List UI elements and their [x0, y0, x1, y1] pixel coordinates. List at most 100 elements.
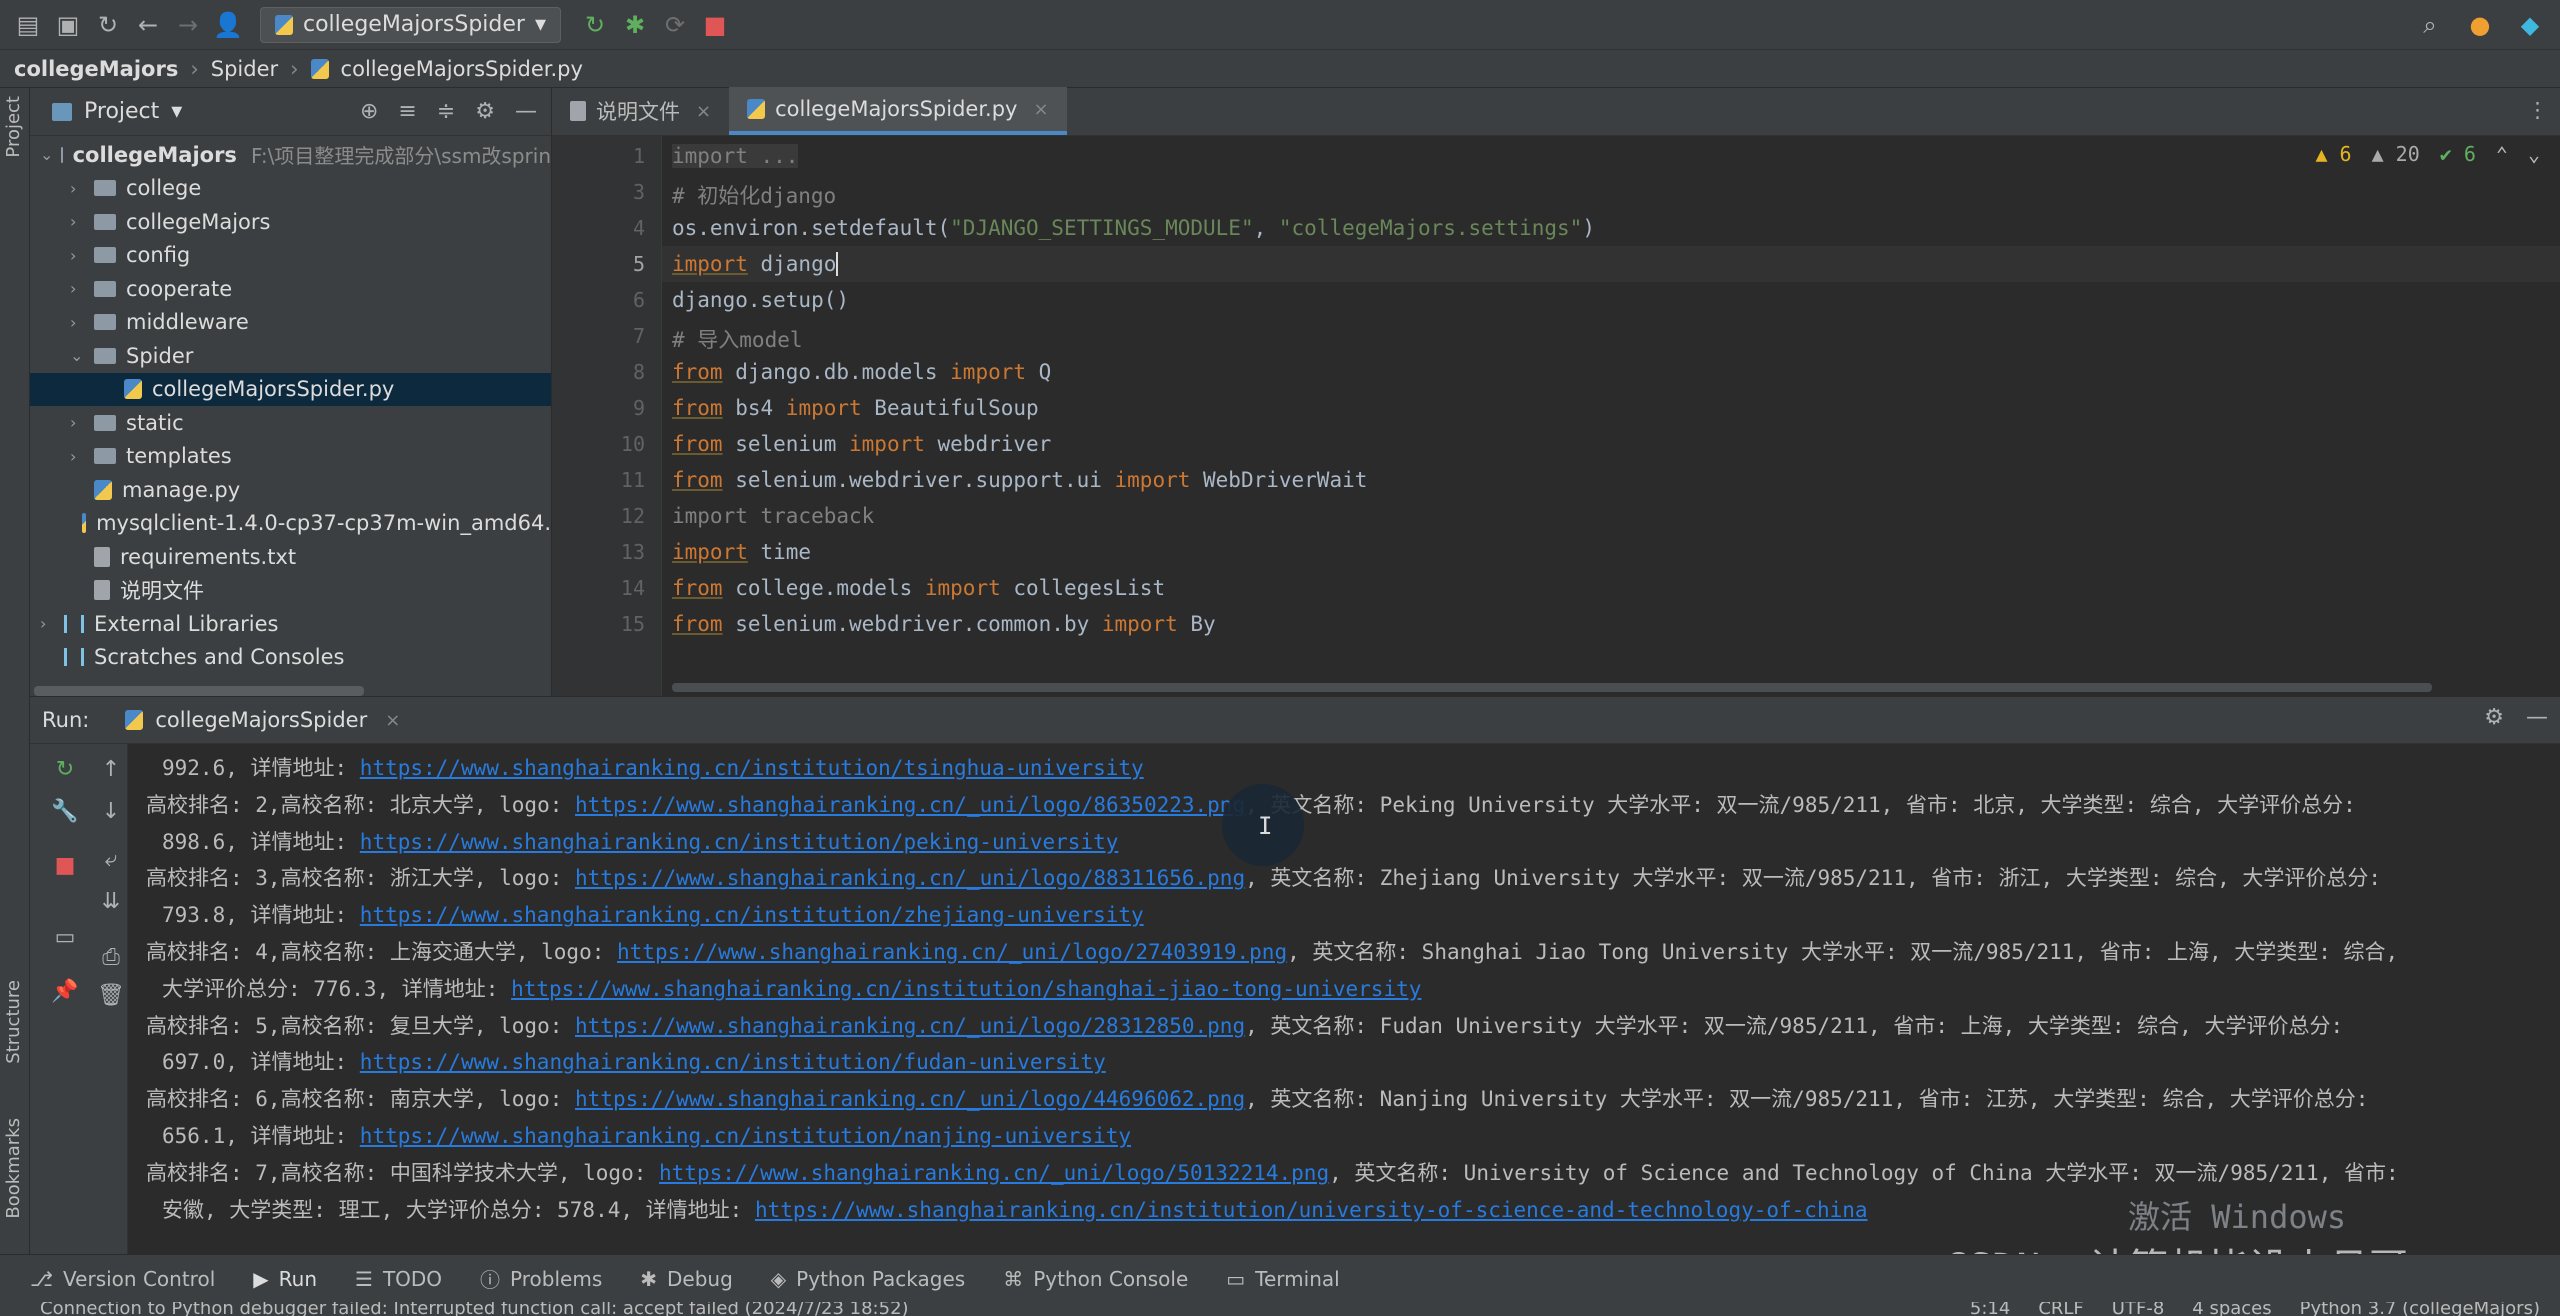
coverage-icon[interactable]: ⟳ [655, 5, 695, 45]
chevron-down-icon[interactable]: ⌄ [70, 346, 86, 365]
stop-icon[interactable]: ■ [50, 850, 80, 880]
console-link[interactable]: https://www.shanghairanking.cn/instituti… [360, 756, 1144, 780]
tree-item[interactable]: Scratches and Consoles [30, 641, 551, 675]
console-link[interactable]: https://www.shanghairanking.cn/instituti… [360, 903, 1144, 927]
tree-item[interactable]: › static [30, 406, 551, 440]
expand-all-icon[interactable]: ≡ [398, 99, 416, 124]
save-icon[interactable]: ▣ [48, 5, 88, 45]
chevron-right-icon[interactable]: › [70, 413, 86, 432]
bottom-tab-terminal[interactable]: ▭ Terminal [1226, 1267, 1339, 1291]
bottom-tab-python-packages[interactable]: ◈ Python Packages [771, 1267, 965, 1291]
debug-icon[interactable]: ✱ [615, 5, 655, 45]
chevron-right-icon[interactable]: › [70, 179, 86, 198]
breadcrumb-item[interactable]: Spider [211, 57, 278, 81]
status-message[interactable]: Connection to Python debugger failed: In… [40, 1302, 909, 1316]
editor-horizontal-scrollbar[interactable] [672, 683, 2432, 692]
folded-imports[interactable]: import ... [672, 144, 799, 168]
console-link[interactable]: https://www.shanghairanking.cn/_uni/logo… [575, 866, 1245, 890]
console-link[interactable]: https://www.shanghairanking.cn/_uni/logo… [575, 793, 1245, 817]
line-separator[interactable]: CRLF [2038, 1302, 2083, 1316]
down-arrow-icon[interactable]: ↓ [96, 796, 126, 826]
chevron-right-icon[interactable]: › [70, 279, 86, 298]
bottom-tab-python-console[interactable]: ⌘ Python Console [1003, 1267, 1188, 1291]
update-icon[interactable]: ● [2460, 5, 2500, 45]
console-link[interactable]: https://www.shanghairanking.cn/instituti… [360, 1124, 1131, 1148]
chevron-down-icon[interactable]: ▾ [171, 99, 182, 124]
console-link[interactable]: https://www.shanghairanking.cn/instituti… [511, 977, 1421, 1001]
more-options-icon[interactable]: ⋮ [2527, 98, 2548, 122]
caret-position[interactable]: 5:14 [1970, 1302, 2010, 1316]
gear-icon[interactable]: ⚙ [2484, 705, 2504, 730]
open-folder-icon[interactable]: ▤ [8, 5, 48, 45]
tree-item[interactable]: › External Libraries [30, 607, 551, 641]
pin-icon[interactable]: 📌 [50, 976, 80, 1006]
scroll-to-end-icon[interactable]: ⇊ [96, 886, 126, 916]
bottom-tab-todo[interactable]: ☰ TODO [355, 1267, 442, 1291]
chevron-up-icon[interactable]: ⌃ [2496, 142, 2508, 166]
soft-wrap-icon[interactable]: ⤶ [96, 844, 126, 874]
tree-item[interactable]: › middleware [30, 306, 551, 340]
bottom-tab-problems[interactable]: ⓘ Problems [480, 1264, 602, 1293]
bookmarks-tool-button[interactable]: Bookmarks [3, 1118, 24, 1219]
console-link[interactable]: https://www.shanghairanking.cn/_uni/logo… [575, 1014, 1245, 1038]
structure-tool-button[interactable]: Structure [3, 980, 24, 1064]
chevron-right-icon[interactable]: › [70, 246, 86, 265]
horizontal-scrollbar[interactable] [34, 686, 364, 696]
tree-item[interactable]: collegeMajorsSpider.py [30, 372, 551, 406]
console-link[interactable]: https://www.shanghairanking.cn/instituti… [755, 1198, 1868, 1222]
collapse-all-icon[interactable]: ≑ [437, 99, 455, 124]
tree-item[interactable]: › templates [30, 440, 551, 474]
tree-item[interactable]: manage.py [30, 473, 551, 507]
jetbrains-icon[interactable]: ◆ [2510, 5, 2550, 45]
locate-icon[interactable]: ⊕ [360, 99, 378, 124]
console-link[interactable]: https://www.shanghairanking.cn/_uni/logo… [659, 1161, 1329, 1185]
user-icon[interactable]: 👤 [208, 5, 248, 45]
search-icon[interactable]: ⌕ [2410, 5, 2450, 45]
tree-item[interactable]: ⌄ collegeMajors F:\项目整理完成部分\ssm改sprin [30, 138, 551, 172]
project-panel-title[interactable]: Project [84, 99, 159, 124]
minimize-icon[interactable]: — [2526, 705, 2548, 730]
chevron-right-icon[interactable]: › [40, 614, 56, 633]
chevron-down-icon[interactable]: ⌄ [2528, 142, 2540, 166]
print-icon[interactable]: ⎙ [96, 942, 126, 972]
bottom-tab-run[interactable]: ▶ Run [253, 1267, 317, 1291]
minimize-icon[interactable]: — [515, 99, 537, 124]
tree-item[interactable]: requirements.txt [30, 540, 551, 574]
close-icon[interactable]: × [385, 710, 400, 731]
chevron-right-icon[interactable]: › [70, 313, 86, 332]
layout-icon[interactable]: ▭ [50, 922, 80, 952]
console-link[interactable]: https://www.shanghairanking.cn/_uni/logo… [575, 1087, 1245, 1111]
indent-setting[interactable]: 4 spaces [2192, 1302, 2271, 1316]
close-icon[interactable]: × [1033, 99, 1048, 120]
tab-readme[interactable]: 说明文件 × [552, 87, 729, 135]
bottom-tab-debug[interactable]: ✱ Debug [640, 1267, 733, 1291]
sync-icon[interactable]: ↻ [88, 5, 128, 45]
tree-item[interactable]: mysqlclient-1.4.0-cp37-cp37m-win_amd64. [30, 507, 551, 541]
forward-icon[interactable]: → [168, 5, 208, 45]
tree-item[interactable]: ⌄ Spider [30, 339, 551, 373]
breadcrumb-item[interactable]: collegeMajorsSpider.py [341, 57, 583, 81]
up-arrow-icon[interactable]: ↑ [96, 754, 126, 784]
tree-item[interactable]: › college [30, 172, 551, 206]
close-icon[interactable]: × [696, 101, 711, 122]
inspection-widget[interactable]: ▲ 6 ▲ 20 ✔ 6 ⌃ ⌄ [2315, 142, 2540, 166]
rerun-icon[interactable]: ↻ [50, 754, 80, 784]
console-link[interactable]: https://www.shanghairanking.cn/instituti… [360, 830, 1119, 854]
console-link[interactable]: https://www.shanghairanking.cn/instituti… [360, 1050, 1106, 1074]
code-editor[interactable]: 1 3 4 5 6 7 8 9 10 11 12 13 14 15 ▲ 6 ▲ 20 ✔ 6 ⌃ ⌄ im… [552, 136, 2560, 696]
trash-icon[interactable]: 🗑 [96, 980, 126, 1010]
project-tool-button[interactable]: Project [3, 96, 24, 158]
python-interpreter[interactable]: Python 3.7 (collegeMajors) [2300, 1302, 2540, 1316]
breadcrumb-item[interactable]: collegeMajors [14, 57, 178, 81]
run-tab-label[interactable]: collegeMajorsSpider [155, 708, 367, 732]
bottom-tab-version-control[interactable]: ⎇ Version Control [30, 1267, 215, 1291]
rerun-icon[interactable]: ↻ [575, 5, 615, 45]
gear-icon[interactable]: ⚙ [475, 99, 495, 124]
stop-icon[interactable]: ■ [695, 5, 735, 45]
tree-item[interactable]: › config [30, 239, 551, 273]
console-link[interactable]: https://www.shanghairanking.cn/_uni/logo… [617, 940, 1287, 964]
tree-item[interactable]: › collegeMajors [30, 205, 551, 239]
wrench-icon[interactable]: 🔧 [50, 796, 80, 826]
chevron-right-icon[interactable]: › [70, 447, 86, 466]
run-console[interactable]: 992.6, 详情地址: https://www.shanghairanking… [128, 744, 2560, 1254]
